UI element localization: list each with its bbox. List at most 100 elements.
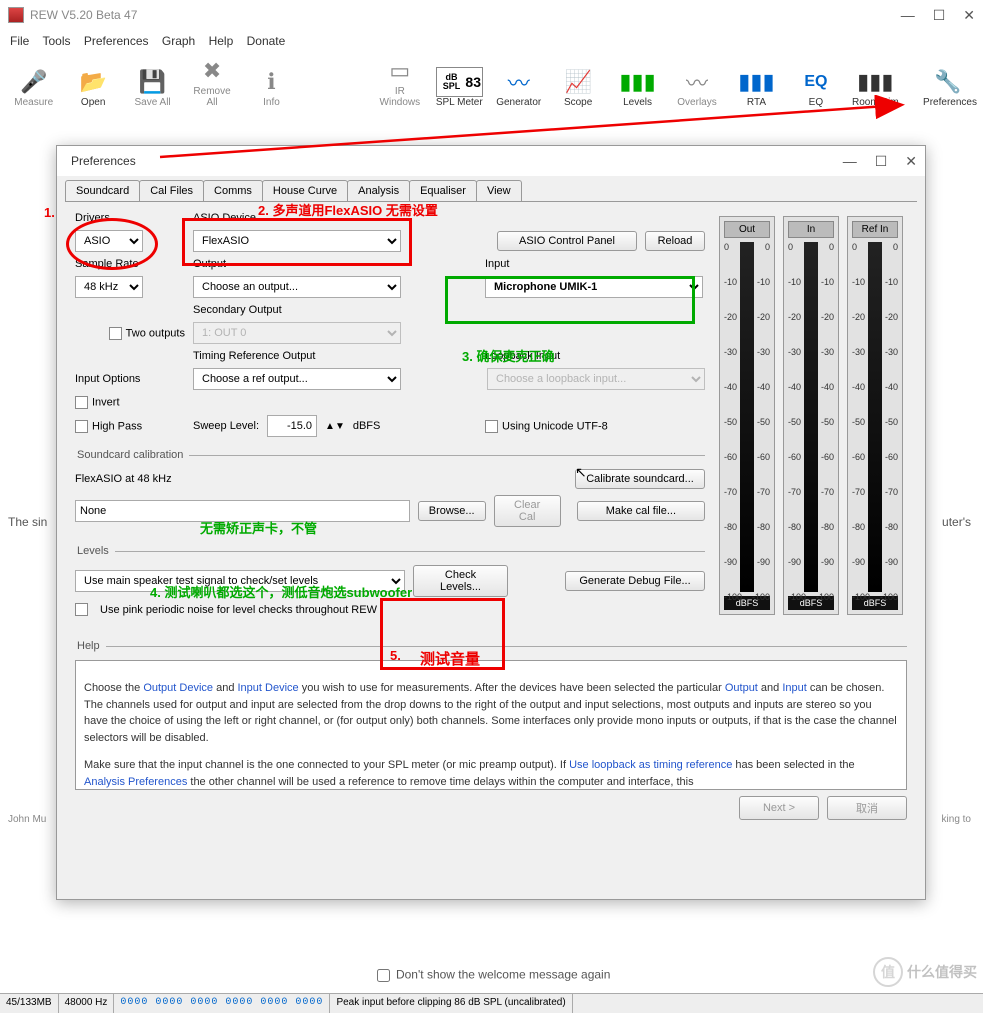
close-icon[interactable]: ✕ xyxy=(905,153,917,170)
prefs-titlebar: Preferences — ☐ ✕ xyxy=(57,146,925,176)
toolbar: 🎤Measure 📂Open 💾Save All ✖Remove All ℹIn… xyxy=(0,52,983,112)
cursor-icon: ↖ xyxy=(575,464,587,481)
cal-file-input[interactable] xyxy=(75,500,410,522)
tab-equaliser[interactable]: Equaliser xyxy=(409,180,477,201)
dbfs-label: dBFS xyxy=(353,420,381,432)
tool-irwindows[interactable]: ▭IR Windows xyxy=(376,56,423,108)
dont-show-welcome-checkbox[interactable] xyxy=(377,969,390,982)
meter-out: Out 00-10-10-20-20-30-30-40-40-50-50-60-… xyxy=(719,216,775,615)
tool-levels[interactable]: ▮▮▮Levels xyxy=(614,67,661,108)
cal-info-text: FlexASIO at 48 kHz xyxy=(75,473,172,485)
tool-measure[interactable]: 🎤Measure xyxy=(10,67,57,108)
two-outputs-checkbox[interactable] xyxy=(109,327,122,340)
input-options-label: Input Options xyxy=(75,373,185,385)
utf8-checkbox[interactable] xyxy=(485,420,498,433)
pink-noise-label: Use pink periodic noise for level checks… xyxy=(100,604,377,616)
tab-soundcard[interactable]: Soundcard xyxy=(65,180,140,201)
tool-splmeter[interactable]: dB SPL83SPL Meter xyxy=(436,67,483,108)
menu-preferences[interactable]: Preferences xyxy=(84,34,149,48)
tab-view[interactable]: View xyxy=(476,180,522,201)
tool-eq[interactable]: EQEQ xyxy=(792,67,839,108)
tool-scope[interactable]: 📈Scope xyxy=(554,67,601,108)
asio-control-panel-button[interactable]: ASIO Control Panel xyxy=(497,231,637,251)
secondary-output-label: Secondary Output xyxy=(193,304,283,316)
highpass-checkbox[interactable] xyxy=(75,420,88,433)
java-icon xyxy=(8,7,24,23)
menubar: File Tools Preferences Graph Help Donate xyxy=(0,30,983,52)
tab-calfiles[interactable]: Cal Files xyxy=(139,180,204,201)
check-levels-button[interactable]: Check Levels... xyxy=(413,565,508,597)
pink-noise-checkbox[interactable] xyxy=(75,603,88,616)
dont-show-welcome-label: Don't show the welcome message again xyxy=(396,968,610,982)
tab-comms[interactable]: Comms xyxy=(203,180,263,201)
menu-donate[interactable]: Donate xyxy=(247,34,286,48)
two-outputs-label: Two outputs xyxy=(126,327,185,339)
tool-generator[interactable]: 〰Generator xyxy=(495,67,542,108)
main-titlebar: REW V5.20 Beta 47 — ☐ ✕ xyxy=(0,0,983,30)
invert-checkbox[interactable] xyxy=(75,396,88,409)
cancel-button: 取消 xyxy=(827,796,907,820)
tool-rta[interactable]: ▮▮▮RTA xyxy=(733,67,780,108)
asio-device-select[interactable]: FlexASIO xyxy=(193,230,401,252)
highpass-label: High Pass xyxy=(92,420,142,432)
levels-legend: Levels xyxy=(75,545,115,557)
drivers-label: Drivers xyxy=(75,212,185,224)
sweep-level-input[interactable] xyxy=(267,415,317,437)
preferences-dialog: Preferences — ☐ ✕ Soundcard Cal Files Co… xyxy=(56,145,926,900)
generate-debug-button[interactable]: Generate Debug File... xyxy=(565,571,705,591)
next-button: Next > xyxy=(739,796,819,820)
prefs-title: Preferences xyxy=(71,154,843,168)
levels-signal-select[interactable]: Use main speaker test signal to check/se… xyxy=(75,570,405,592)
statusbar: 45/133MB 48000 Hz 0000 0000 0000 0000 00… xyxy=(0,993,983,1013)
clear-cal-button: Clear Cal xyxy=(494,495,561,527)
drivers-select[interactable]: ASIO xyxy=(75,230,143,252)
browse-button[interactable]: Browse... xyxy=(418,501,486,521)
menu-tools[interactable]: Tools xyxy=(42,34,70,48)
timing-ref-select[interactable]: Choose a ref output... xyxy=(193,368,401,390)
calibrate-soundcard-button[interactable]: Calibrate soundcard... xyxy=(575,469,705,489)
tab-analysis[interactable]: Analysis xyxy=(347,180,410,201)
input-select[interactable]: Microphone UMIK-1 xyxy=(485,276,703,298)
welcome-row: Don't show the welcome message again xyxy=(0,966,983,985)
bg-text: John Mu xyxy=(8,814,46,825)
tab-housecurve[interactable]: House Curve xyxy=(262,180,348,201)
meter-refin: Ref In 00-10-10-20-20-30-30-40-40-50-50-… xyxy=(847,216,903,615)
maximize-icon[interactable]: ☐ xyxy=(933,7,946,24)
annotation-1: 1. xyxy=(44,205,55,220)
status-clip: Peak input before clipping 86 dB SPL (un… xyxy=(330,994,572,1013)
minimize-icon[interactable]: — xyxy=(901,7,915,24)
make-cal-button[interactable]: Make cal file... xyxy=(577,501,705,521)
maximize-icon[interactable]: ☐ xyxy=(875,153,888,170)
output-label: Output xyxy=(193,258,403,270)
meter-in: In 00-10-10-20-20-30-30-40-40-50-50-60-6… xyxy=(783,216,839,615)
sweep-level-label: Sweep Level: xyxy=(193,420,259,432)
input-label: Input xyxy=(485,258,705,270)
status-samplerate: 48000 Hz xyxy=(59,994,115,1013)
menu-file[interactable]: File xyxy=(10,34,29,48)
close-icon[interactable]: ✕ xyxy=(963,7,975,24)
tool-info[interactable]: ℹInfo xyxy=(248,67,295,108)
help-text: Choose the Output Device and Input Devic… xyxy=(75,660,907,790)
invert-label: Invert xyxy=(92,396,120,408)
tabs: Soundcard Cal Files Comms House Curve An… xyxy=(57,176,925,201)
menu-graph[interactable]: Graph xyxy=(162,34,195,48)
help-legend: Help xyxy=(75,640,106,652)
tool-overlays[interactable]: 〰Overlays xyxy=(673,67,720,108)
window-title: REW V5.20 Beta 47 xyxy=(30,8,901,22)
reload-button[interactable]: Reload xyxy=(645,231,705,251)
samplerate-select[interactable]: 48 kHz xyxy=(75,276,143,298)
bg-text: uter's xyxy=(942,515,971,529)
minimize-icon[interactable]: — xyxy=(843,153,857,170)
output-select[interactable]: Choose an output... xyxy=(193,276,401,298)
menu-help[interactable]: Help xyxy=(209,34,234,48)
tool-preferences[interactable]: 🔧Preferences xyxy=(923,67,973,108)
samplerate-label: Sample Rate xyxy=(75,258,185,270)
tool-saveall[interactable]: 💾Save All xyxy=(129,67,176,108)
timing-ref-label: Timing Reference Output xyxy=(193,350,403,362)
secondary-output-select: 1: OUT 0 xyxy=(193,322,401,344)
bg-text: The sin xyxy=(8,515,47,529)
bg-text: king to xyxy=(942,814,971,825)
tool-open[interactable]: 📂Open xyxy=(69,67,116,108)
tool-roomsim[interactable]: ▮▮▮Room Sim xyxy=(852,67,899,108)
tool-removeall[interactable]: ✖Remove All xyxy=(188,56,235,108)
